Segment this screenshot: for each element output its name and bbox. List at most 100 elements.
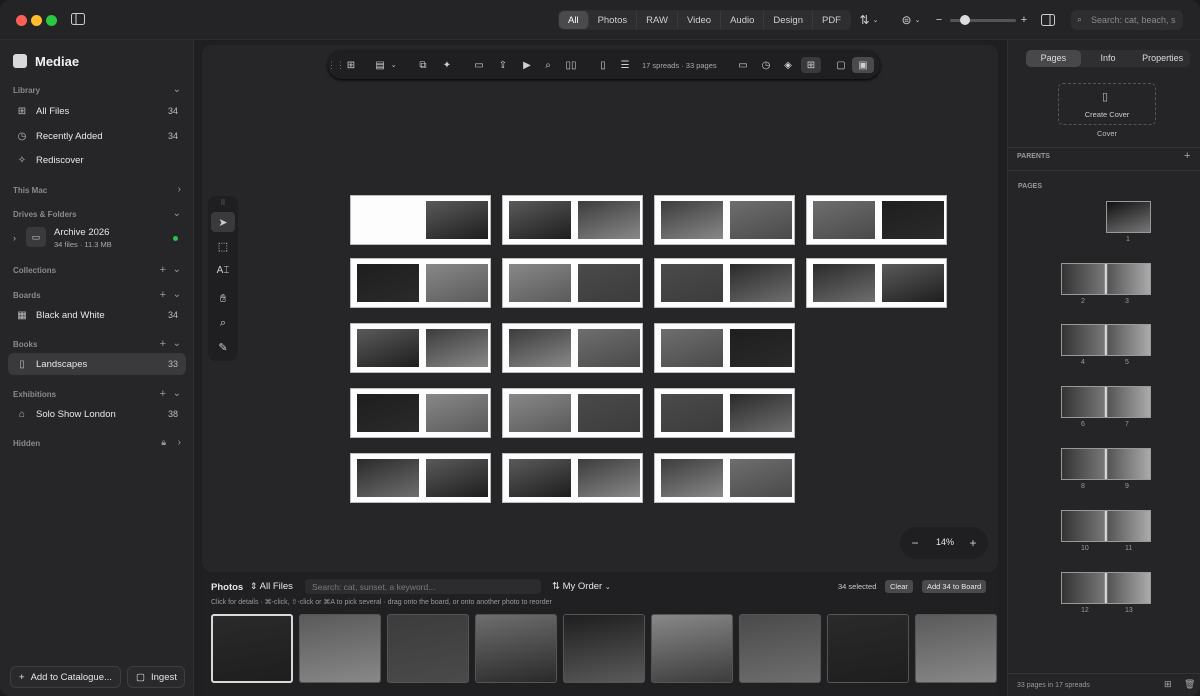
spread-photo[interactable] bbox=[661, 329, 723, 367]
book-spread[interactable] bbox=[502, 388, 643, 438]
zoom-out-button[interactable]: − bbox=[908, 535, 922, 551]
eyedropper-tool-icon[interactable]: ✎ bbox=[211, 337, 235, 357]
zoom-icon[interactable]: ⌕ bbox=[541, 57, 555, 73]
spread-photo[interactable] bbox=[426, 394, 488, 432]
chevron-down-icon[interactable]: ⌄ bbox=[173, 338, 181, 349]
chevron-down-icon[interactable]: ⌄ bbox=[173, 84, 181, 95]
photo-thumbnail[interactable] bbox=[915, 614, 997, 683]
spread-photo[interactable] bbox=[661, 394, 723, 432]
book-spread[interactable] bbox=[654, 258, 795, 308]
chevron-right-icon[interactable]: › bbox=[178, 437, 181, 448]
marquee-tool-icon[interactable]: ⬚ bbox=[211, 236, 235, 256]
spread-photo[interactable] bbox=[730, 459, 792, 497]
photo-thumbnail[interactable] bbox=[475, 614, 557, 683]
photo-thumbnail[interactable] bbox=[739, 614, 821, 683]
layers-icon[interactable]: ◈ bbox=[781, 57, 795, 73]
page-spread-thumbnail[interactable] bbox=[1061, 263, 1151, 295]
zoom-in-icon[interactable]: + bbox=[1019, 12, 1029, 28]
share-icon[interactable]: ⇪ bbox=[496, 57, 510, 73]
frame-icon[interactable]: ▢ bbox=[834, 57, 848, 73]
book-spread[interactable] bbox=[350, 323, 491, 373]
sidebar-toggle-icon[interactable] bbox=[70, 12, 86, 26]
text-tool-icon[interactable]: A⌶ bbox=[211, 260, 235, 280]
tab-pages[interactable]: Pages bbox=[1026, 50, 1081, 67]
trash-icon[interactable]: 🗑︎ bbox=[1184, 679, 1195, 690]
filter-video[interactable]: Video bbox=[678, 11, 722, 29]
sidebar-item-landscapes[interactable]: ▯ Landscapes 33 bbox=[8, 353, 186, 375]
spread-photo[interactable] bbox=[730, 201, 792, 239]
this-mac-header[interactable]: This Mac bbox=[13, 186, 47, 195]
add-icon[interactable]: + bbox=[160, 289, 166, 301]
zoom-in-button[interactable]: + bbox=[966, 535, 980, 551]
drive-name[interactable]: Archive 2026 bbox=[54, 227, 109, 238]
spread-photo[interactable] bbox=[882, 264, 944, 302]
page-spread-thumbnail[interactable] bbox=[1061, 510, 1151, 542]
spread-photo[interactable] bbox=[578, 394, 640, 432]
book-spread[interactable] bbox=[502, 453, 643, 503]
page-thumbnail[interactable] bbox=[1106, 201, 1151, 233]
spread-photo[interactable] bbox=[426, 201, 488, 239]
spread-photo[interactable] bbox=[661, 459, 723, 497]
book-spread[interactable] bbox=[350, 258, 491, 308]
spread-photo[interactable] bbox=[578, 264, 640, 302]
comment-icon[interactable]: ▭ bbox=[736, 57, 750, 73]
hand-tool-icon[interactable]: ✋︎ bbox=[211, 289, 235, 309]
hidden-header[interactable]: Hidden bbox=[13, 439, 40, 448]
filter-options-icon[interactable]: ⊜ ⌄ bbox=[898, 12, 924, 28]
book-spread[interactable] bbox=[806, 258, 947, 308]
spread-photo[interactable] bbox=[578, 329, 640, 367]
book-spread[interactable] bbox=[654, 195, 795, 245]
spread-photo[interactable] bbox=[426, 459, 488, 497]
photo-thumbnail[interactable] bbox=[563, 614, 645, 683]
spread-photo[interactable] bbox=[813, 201, 875, 239]
grid-icon[interactable]: ⊞ bbox=[344, 57, 358, 73]
order-menu[interactable]: ⇅ My Order ⌄ bbox=[552, 581, 611, 592]
grid-view-icon[interactable]: ⊞ bbox=[801, 57, 821, 73]
play-icon[interactable]: ▶ bbox=[520, 57, 534, 73]
photo-thumbnail[interactable] bbox=[299, 614, 381, 683]
filter-raw[interactable]: RAW bbox=[637, 11, 678, 29]
add-to-catalogue-button[interactable]: + Add to Catalogue... bbox=[10, 666, 121, 688]
chevron-down-icon[interactable]: ⌄ bbox=[173, 264, 181, 275]
spread-photo[interactable] bbox=[730, 264, 792, 302]
add-page-icon[interactable]: ⊞ bbox=[1164, 679, 1172, 690]
book-spread[interactable] bbox=[654, 388, 795, 438]
filter-audio[interactable]: Audio bbox=[721, 11, 765, 29]
filter-design[interactable]: Design bbox=[764, 11, 813, 29]
page-spread-thumbnail[interactable] bbox=[1061, 386, 1151, 418]
tablet-icon[interactable]: ▯ bbox=[596, 57, 610, 73]
history-icon[interactable]: ◷ bbox=[759, 57, 773, 73]
spread-photo[interactable] bbox=[357, 329, 419, 367]
add-icon[interactable]: + bbox=[160, 338, 166, 350]
tab-info[interactable]: Info bbox=[1081, 50, 1136, 67]
book-spread[interactable] bbox=[654, 323, 795, 373]
source-filter[interactable]: ⇕ All Files bbox=[250, 581, 293, 592]
page-spread-thumbnail[interactable] bbox=[1061, 572, 1151, 604]
size-slider[interactable] bbox=[950, 15, 1016, 25]
filter-pdf[interactable]: PDF bbox=[813, 11, 850, 29]
tab-properties[interactable]: Properties bbox=[1135, 50, 1190, 67]
chevron-right-icon[interactable]: › bbox=[13, 233, 16, 243]
spread-photo[interactable] bbox=[426, 264, 488, 302]
strip-search-input[interactable]: Search: cat, sunset, a keyword... bbox=[305, 579, 541, 594]
book-spread[interactable] bbox=[502, 258, 643, 308]
spread-photo[interactable] bbox=[509, 394, 571, 432]
book-spread[interactable] bbox=[806, 195, 947, 245]
chevron-down-icon[interactable]: ⌄ bbox=[173, 388, 181, 399]
spread-photo[interactable] bbox=[578, 201, 640, 239]
create-cover-button[interactable]: ▯ Create Cover bbox=[1058, 83, 1156, 125]
spread-photo[interactable] bbox=[509, 264, 571, 302]
chevron-right-icon[interactable]: › bbox=[178, 184, 181, 195]
search-input[interactable]: ⌕ Search: cat, beach, s bbox=[1071, 10, 1183, 30]
zoom-window-button[interactable] bbox=[46, 15, 57, 26]
spread-photo[interactable] bbox=[509, 201, 571, 239]
drag-handle-icon[interactable]: ⋮⋮ bbox=[327, 57, 345, 73]
add-icon[interactable]: + bbox=[160, 388, 166, 400]
lock-icon[interactable]: 🔒︎ bbox=[161, 437, 166, 448]
zoom-tool-icon[interactable]: ⌕ bbox=[211, 313, 235, 333]
sidebar-item-black-and-white[interactable]: ▦ Black and White 34 bbox=[8, 304, 186, 326]
book-open-icon[interactable]: ▯▯ bbox=[563, 57, 579, 73]
spread-photo[interactable] bbox=[509, 459, 571, 497]
spread-photo[interactable] bbox=[882, 201, 944, 239]
chevron-down-icon[interactable]: ⌄ bbox=[173, 208, 181, 219]
